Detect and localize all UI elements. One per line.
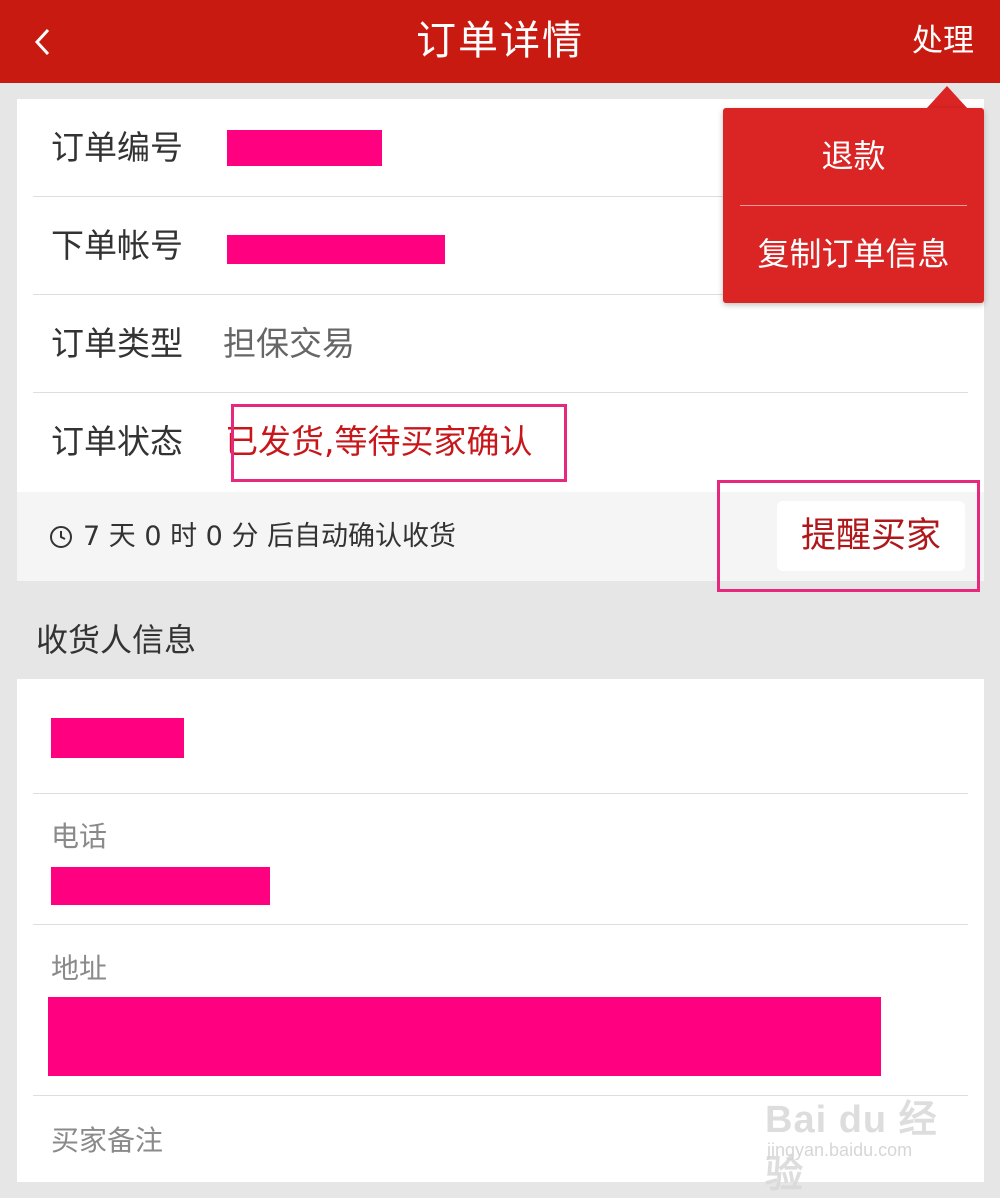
order-type-value: 担保交易 [223, 324, 355, 363]
order-type-label: 订单类型 [51, 324, 183, 363]
order-number-label: 订单编号 [51, 128, 183, 167]
consignee-name-redaction [51, 718, 184, 758]
baidu-jingyan-watermark: Bai du 经验 jingyan.baidu.com [765, 1078, 965, 1196]
refund-menu-item[interactable]: 退款 [723, 108, 984, 205]
status-highlight-box [231, 404, 567, 482]
buyer-remark-label: 买家备注 [51, 1124, 164, 1157]
order-account-redaction [227, 235, 445, 264]
order-status-row: 订单状态 已发货,等待买家确认 [33, 393, 968, 490]
watermark-url: jingyan.baidu.com [767, 1140, 913, 1160]
copy-order-info-menu-item[interactable]: 复制订单信息 [723, 206, 984, 303]
clock-icon [50, 526, 72, 548]
order-type-row: 订单类型 担保交易 [33, 295, 968, 393]
divider [33, 793, 968, 794]
consignee-section-title: 收货人信息 [36, 621, 197, 659]
page-title: 订单详情 [416, 18, 584, 64]
phone-label: 电话 [51, 820, 108, 853]
address-redaction [48, 997, 881, 1076]
app-header: 订单详情 处理 [0, 0, 1000, 83]
order-account-label: 下单帐号 [51, 226, 183, 265]
divider [33, 924, 968, 925]
process-button[interactable]: 处理 [912, 0, 974, 83]
order-status-label: 订单状态 [51, 422, 183, 461]
remind-highlight-box [717, 480, 980, 592]
phone-redaction [51, 867, 270, 905]
address-label: 地址 [51, 952, 108, 985]
order-number-redaction [227, 130, 382, 166]
countdown-text: 7 天 0 时 0 分 后自动确认收货 [83, 521, 457, 552]
process-popup-menu: 退款 复制订单信息 [723, 108, 984, 303]
caret-up-icon [926, 86, 968, 109]
